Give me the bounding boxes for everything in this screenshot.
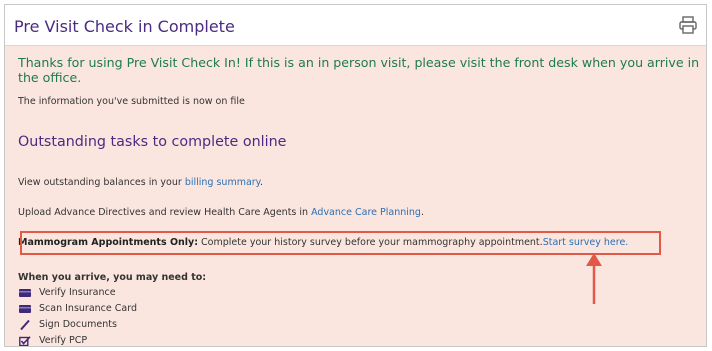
check-in-complete-card: Pre Visit Check in Complete Thanks for u… (4, 4, 707, 347)
pen-icon (20, 319, 30, 330)
directives-text: Upload Advance Directives and review Hea… (18, 207, 312, 218)
page-title: Pre Visit Check in Complete (14, 17, 235, 36)
arrival-item-label: Verify Insurance (39, 287, 116, 298)
advance-care-planning-link[interactable]: Advance Care Planning (311, 207, 421, 218)
tasks-heading: Outstanding tasks to complete online (18, 134, 287, 150)
thanks-message: Thanks for using Pre Visit Check In! If … (18, 55, 700, 85)
balances-line: View outstanding balances in your billin… (18, 177, 263, 188)
directives-line: Upload Advance Directives and review Hea… (18, 207, 424, 218)
highlight-annotation-box (20, 231, 661, 255)
arrival-item: Scan Insurance Card (19, 303, 137, 314)
directives-suffix: . (420, 207, 424, 218)
printer-icon[interactable] (678, 15, 698, 35)
arrival-item: Verify PCP (19, 335, 87, 346)
billing-summary-link[interactable]: billing summary (185, 177, 260, 188)
info-message: The information you've submitted is now … (18, 96, 245, 107)
arrow-annotation-icon (586, 253, 602, 304)
insurance-card-icon (19, 288, 31, 297)
scan-card-icon (19, 304, 31, 313)
checkbox-edit-icon (19, 335, 31, 346)
arrival-item: Verify Insurance (19, 287, 116, 298)
balances-suffix: . (259, 177, 263, 188)
card-header: Pre Visit Check in Complete (5, 5, 706, 46)
arrival-item-label: Scan Insurance Card (39, 303, 137, 314)
arrival-item: Sign Documents (19, 319, 117, 330)
arrival-item-label: Verify PCP (39, 335, 88, 346)
arrival-title: When you arrive, you may need to: (18, 272, 207, 283)
arrival-item-label: Sign Documents (39, 319, 117, 330)
balances-text: View outstanding balances in your (18, 177, 185, 188)
